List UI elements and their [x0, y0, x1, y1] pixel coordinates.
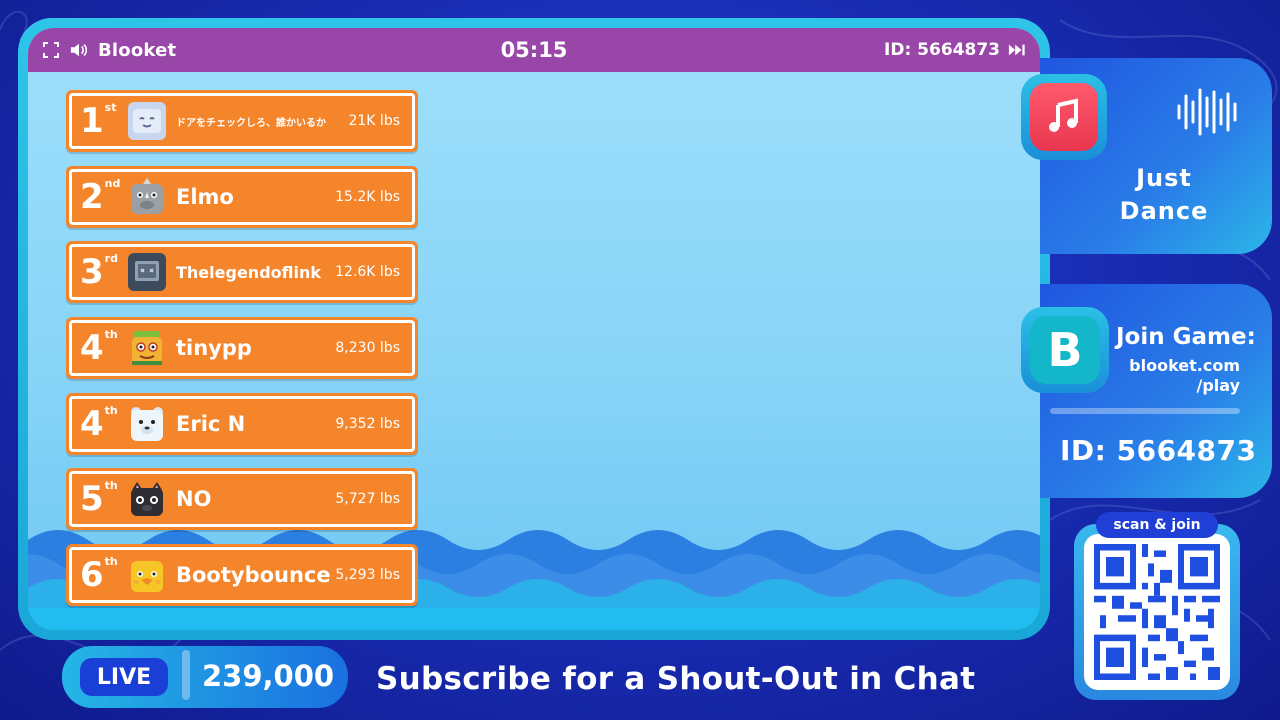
fullscreen-icon[interactable] [42, 41, 60, 59]
song-title-line1: Just [1136, 164, 1192, 192]
place-rank: 3rd [80, 252, 118, 293]
place-rank: 4th [80, 403, 118, 444]
join-url-line2: /play [1196, 376, 1240, 395]
game-id: ID: 5664873 [884, 40, 1000, 60]
blooket-logo-letter: B [1030, 316, 1100, 384]
robot-avatar-icon [128, 253, 166, 292]
game-timer: 05:15 [500, 38, 568, 62]
leaderboard: 1st ドアをチェックしろ、誰かいるか 21K lbs 2nd Elmo 15.… [66, 90, 418, 620]
viewer-count: 239,000 [202, 659, 335, 693]
player-score: 5,727 lbs [335, 491, 400, 508]
leaderboard-row: 1st ドアをチェックしろ、誰かいるか 21K lbs [66, 90, 418, 152]
place-rank: 6th [80, 555, 118, 596]
game-brand: Blooket [98, 39, 177, 61]
leaderboard-row: 2nd Elmo 15.2K lbs [66, 165, 418, 228]
leaderboard-row: 3rd Thelegendoflink 12.6K lbs [66, 241, 418, 304]
divider [1050, 408, 1240, 414]
place-rank: 4th [80, 328, 118, 369]
game-area: Blooket 05:15 ID: 5664873 1st ドアをチェックしろ、… [28, 28, 1040, 630]
leaderboard-row: 4th tinypp 8,230 lbs [66, 317, 418, 380]
blooket-logo-icon: B [1021, 307, 1109, 393]
divider [182, 650, 190, 700]
join-url: blooket.com /play [1118, 356, 1240, 396]
qr-code-card [1074, 524, 1240, 700]
subscribe-banner: Subscribe for a Shout-Out in Chat [376, 661, 976, 697]
leaderboard-row: 6th Bootybounce 5,293 lbs [66, 544, 418, 607]
player-score: 21K lbs [348, 113, 400, 129]
music-app-badge [1021, 74, 1107, 160]
scan-join-label: scan & join [1096, 512, 1218, 538]
qr-code-icon [1094, 544, 1220, 680]
player-name: tinypp [176, 336, 252, 361]
music-note-icon [1030, 83, 1098, 151]
polar-bear-avatar-icon [128, 405, 166, 443]
qr-code [1084, 534, 1230, 690]
join-url-line1: blooket.com [1129, 356, 1240, 375]
chick-avatar-icon [128, 556, 166, 594]
player-name: NO [176, 487, 212, 512]
player-score: 8,230 lbs [335, 340, 400, 357]
leaderboard-row: 4th Eric N 9,352 lbs [66, 392, 418, 455]
black-cat-avatar-icon [128, 480, 166, 518]
live-badge: LIVE [80, 658, 168, 696]
rhino-avatar-icon [128, 177, 166, 216]
player-name: Eric N [176, 411, 246, 436]
explorer-avatar-icon [128, 329, 166, 367]
live-viewers-pill: LIVE 239,000 [62, 646, 348, 708]
game-topbar: Blooket 05:15 ID: 5664873 [28, 28, 1040, 72]
leaderboard-row: 5th NO 5,727 lbs [66, 468, 418, 531]
song-title-line2: Dance [1119, 197, 1209, 225]
place-rank: 5th [80, 479, 118, 520]
player-score: 5,293 lbs [335, 567, 400, 584]
place-rank: 2nd [80, 176, 121, 217]
player-score: 9,352 lbs [335, 415, 400, 432]
player-name: Elmo [176, 184, 234, 209]
song-title: Just Dance [1112, 162, 1216, 228]
speaker-icon[interactable] [70, 41, 88, 59]
place-rank: 1st [80, 101, 117, 141]
player-name: Bootybounce [176, 563, 331, 588]
game-window: Blooket 05:15 ID: 5664873 1st ドアをチェックしろ、… [18, 18, 1050, 640]
player-name: ドアをチェックしろ、誰かいるか [176, 117, 326, 129]
join-game-id: ID: 5664873 [1060, 434, 1257, 467]
ghost-avatar-icon [128, 102, 166, 140]
fast-forward-icon[interactable] [1008, 41, 1026, 59]
player-name: Thelegendoflink [176, 262, 322, 282]
player-score: 15.2K lbs [335, 188, 400, 205]
join-title: Join Game: [1116, 324, 1256, 350]
player-score: 12.6K lbs [335, 264, 400, 281]
sound-wave-icon [1177, 88, 1237, 136]
